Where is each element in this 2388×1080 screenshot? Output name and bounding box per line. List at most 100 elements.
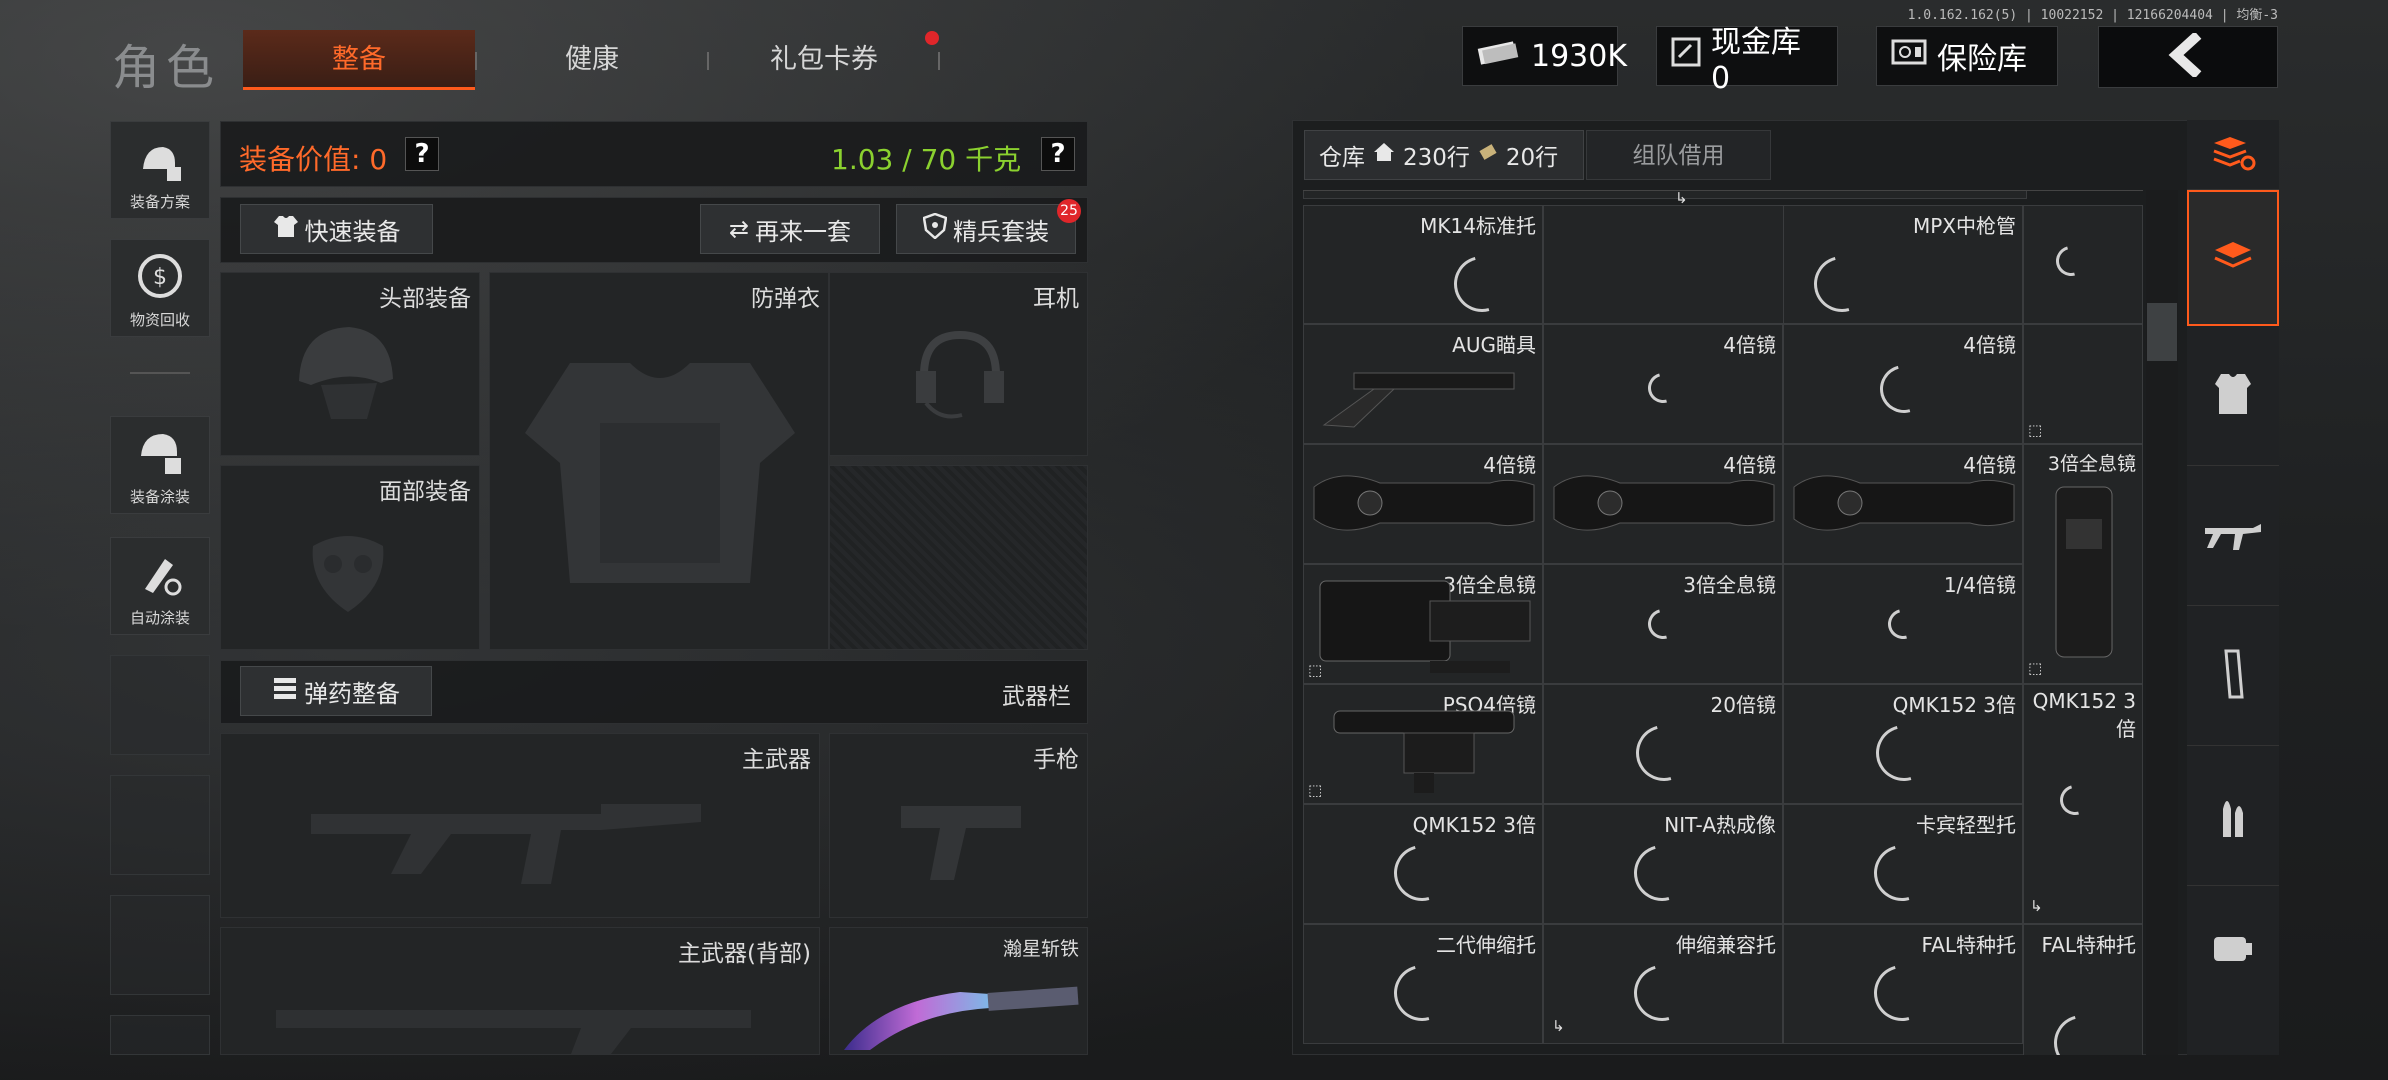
sidebar-label: 自动涂装 <box>129 609 190 627</box>
grid-cell[interactable]: MK14标准托 <box>1303 205 1543 324</box>
sidebar-paint-gear[interactable]: 装备涂装 <box>110 416 210 514</box>
grid-cell[interactable]: 1/4倍镜 <box>1783 564 2023 684</box>
grid-cell[interactable]: 4倍镜 <box>1783 444 2023 564</box>
cube-icon: ⬚ <box>1308 661 1323 679</box>
grid-cell[interactable]: ⬚ <box>2023 324 2143 444</box>
loading-spinner-icon <box>2050 240 2092 282</box>
item-name: 20倍镜 <box>1710 693 1776 717</box>
cash-vault-button[interactable]: 现金库 0 <box>1656 25 1838 96</box>
grid-cell[interactable]: 4倍镜 <box>1783 324 2023 444</box>
grid-cell[interactable]: NIT-A热成像 <box>1543 804 1783 924</box>
slot-face[interactable]: 面部装备 <box>220 465 480 650</box>
holo-sight-icon <box>2034 479 2134 673</box>
help-icon[interactable]: ? <box>405 137 439 171</box>
sidebar-gear-plan[interactable]: 装备方案 <box>110 121 210 219</box>
category-rifle[interactable] <box>2187 466 2279 606</box>
grid-cell[interactable]: 伸缩兼容托 ↳ <box>1543 924 1783 1044</box>
category-attachment[interactable] <box>2187 886 2279 1016</box>
weapon-bar-label: 武器栏 <box>1002 684 1071 710</box>
slot-label: 耳机 <box>1033 286 1079 312</box>
slot-body-armor[interactable]: 防弹衣 <box>489 272 829 650</box>
layers-icon <box>2211 236 2255 280</box>
item-name: 3倍全息镜 <box>2047 453 2136 475</box>
category-sort-button[interactable] <box>2187 120 2279 190</box>
grid-cell[interactable]: QMK152 3倍 <box>1783 684 2023 804</box>
reroll-button[interactable]: ⇄ 再来一套 <box>700 204 880 254</box>
shirt-icon <box>273 213 299 245</box>
grid-cell[interactable]: 20倍镜 <box>1543 684 1783 804</box>
item-name: QMK152 3倍 <box>2032 689 2136 741</box>
vest-icon <box>2213 372 2253 420</box>
grid-cell[interactable]: 4倍镜 <box>1303 444 1543 564</box>
slot-melee[interactable]: 瀚星斩铁 <box>829 927 1088 1055</box>
sidebar-recycle[interactable]: $ 物资回收 <box>110 239 210 337</box>
item-name: 二代伸缩托 <box>1436 933 1536 957</box>
sidebar-auto-paint[interactable]: 自动涂装 <box>110 537 210 635</box>
loading-spinner-icon <box>1443 245 1521 323</box>
ammo-icon <box>272 676 298 706</box>
loading-spinner-icon <box>1882 603 1924 645</box>
recycle-icon: $ <box>135 251 185 305</box>
grid-cell[interactable]: FAL特种托 <box>1783 924 2023 1044</box>
slot-label: 面部装备 <box>379 479 471 505</box>
grid-cell[interactable]: 二代伸缩托 <box>1303 924 1543 1044</box>
grid-cell[interactable]: QMK152 3倍 <box>1303 804 1543 924</box>
slot-label: 主武器(背部) <box>678 941 811 967</box>
tab-equip[interactable]: 整备 <box>243 30 475 90</box>
money-display[interactable]: 1930K <box>1462 26 1627 86</box>
notification-dot <box>925 31 939 45</box>
loading-spinner-icon <box>2043 1004 2121 1055</box>
grid-cell[interactable]: PSO4倍镜 ⬚ <box>1303 684 1543 804</box>
grid-cell[interactable]: 3倍全息镜 ⬚ <box>2023 444 2143 684</box>
slot-headset[interactable]: 耳机 <box>829 272 1088 456</box>
back-button[interactable] <box>2098 26 2278 88</box>
grid-cell[interactable]: 4倍镜 <box>1543 444 1783 564</box>
slot-pistol[interactable]: 手枪 <box>829 733 1088 918</box>
slot-head[interactable]: 头部装备 <box>220 272 480 456</box>
tab-gift-cards[interactable]: 礼包卡券 <box>709 30 939 90</box>
category-armor[interactable] <box>2187 326 2279 466</box>
cube-icon: ⬚ <box>2028 659 2043 677</box>
grid-cell[interactable]: QMK152 3倍 ↳ <box>2023 684 2143 924</box>
tab-divider <box>938 52 940 70</box>
grid-cell[interactable]: 3倍全息镜 ⬚ <box>1303 564 1543 684</box>
grid-cell[interactable] <box>2023 205 2143 324</box>
slot-primary-back[interactable]: 主武器(背部) <box>220 927 820 1055</box>
item-name: QMK152 3倍 <box>1892 693 2016 717</box>
tab-health[interactable]: 健康 <box>477 30 707 90</box>
category-ammo[interactable] <box>2187 746 2279 886</box>
slot-primary-weapon[interactable]: 主武器 <box>220 733 820 918</box>
item-name: 伸缩兼容托 <box>1676 933 1776 957</box>
grid-cell[interactable] <box>1543 205 1783 324</box>
category-all[interactable] <box>2187 190 2279 326</box>
warehouse-grid: ↳ MK14标准托 MPX中枪管 AUG瞄具 4倍镜 4倍镜 ⬚ 4倍镜 4倍镜… <box>1303 190 2143 1055</box>
tab-team-borrow[interactable]: 组队借用 <box>1586 130 1771 180</box>
loading-spinner-icon <box>1623 834 1701 912</box>
pistol-icon <box>896 794 1026 888</box>
grid-cell[interactable]: FAL特种托 <box>2023 924 2143 1055</box>
grid-cell[interactable]: AUG瞄具 <box>1303 324 1543 444</box>
warehouse-tab-label: 仓库 <box>1319 145 1365 171</box>
category-magazine[interactable] <box>2187 606 2279 746</box>
tab-warehouse[interactable]: 仓库 230行 20行 <box>1304 130 1584 180</box>
loading-spinner-icon <box>1383 954 1461 1032</box>
rifle-icon <box>271 984 771 1058</box>
auto-paint-icon <box>135 549 185 603</box>
sidebar-empty-slot <box>110 895 210 995</box>
grid-cell[interactable]: MPX中枪管 <box>1783 205 2023 324</box>
scroll-thumb[interactable] <box>2147 303 2177 361</box>
grid-cell[interactable]: 3倍全息镜 <box>1543 564 1783 684</box>
insurance-vault-button[interactable]: 保险库 <box>1876 26 2058 86</box>
elite-kit-button[interactable]: 精兵套装 <box>896 204 1076 254</box>
grid-cell[interactable] <box>1303 191 2027 199</box>
loading-spinner-icon <box>1383 834 1461 912</box>
item-name: FAL特种托 <box>2041 933 2137 957</box>
grid-cell[interactable]: 卡宾轻型托 <box>1783 804 2023 924</box>
ammo-equip-button[interactable]: 弹药整备 <box>240 666 432 716</box>
grid-cell[interactable]: 4倍镜 <box>1543 324 1783 444</box>
help-icon[interactable]: ? <box>1041 137 1075 171</box>
quick-equip-button[interactable]: 快速装备 <box>240 204 433 254</box>
scope-icon <box>1550 457 1778 561</box>
loadout-header: 装备价值: 0 ? 1.03 / 70 千克 ? <box>220 121 1088 187</box>
bullet-icon <box>2215 789 2251 843</box>
